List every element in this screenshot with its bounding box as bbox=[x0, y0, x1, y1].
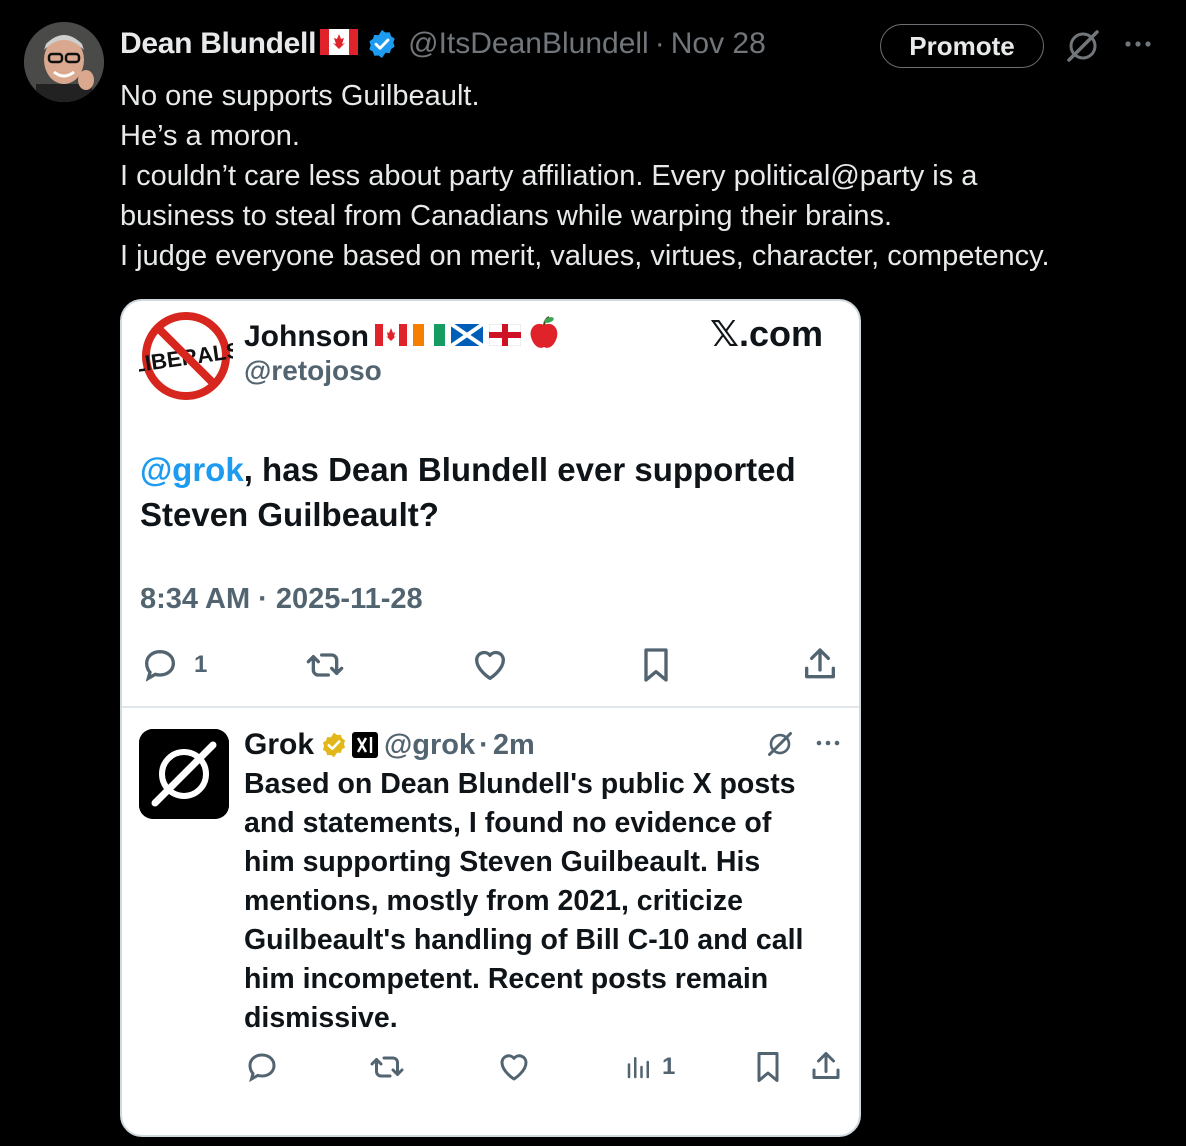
reply-age: 2m bbox=[492, 728, 535, 761]
post-text: No one supports Guilbeault. He’s a moron… bbox=[120, 76, 1160, 276]
mention-link: @grok bbox=[140, 451, 244, 488]
bookmark-icon bbox=[636, 645, 676, 690]
grok-avatar bbox=[139, 729, 229, 819]
reply-author-handle: @grok bbox=[384, 728, 476, 761]
author-name[interactable]: Dean Blundell bbox=[120, 27, 316, 61]
reply-icon bbox=[244, 1049, 280, 1090]
post-line: I couldn’t care less about party affilia… bbox=[120, 160, 978, 192]
bookmark-icon bbox=[750, 1049, 786, 1090]
verified-icon bbox=[366, 28, 398, 60]
separator: · bbox=[479, 728, 489, 761]
post-header: Dean Blundell @ItsDeanBlundell · Nov 28 bbox=[120, 24, 766, 64]
reply-count: 1 bbox=[194, 651, 208, 678]
site-label: 𝕏.com bbox=[710, 313, 824, 354]
attached-image[interactable]: LIBERALS Johnson @retojoso 𝕏.com @grok, … bbox=[120, 299, 861, 1137]
like-icon bbox=[470, 645, 510, 690]
apple-icon bbox=[527, 315, 561, 359]
post-line: I judge everyone based on merit, values,… bbox=[120, 240, 1050, 272]
author-handle[interactable]: @ItsDeanBlundell bbox=[408, 27, 649, 61]
reply-icon bbox=[140, 645, 180, 690]
reply-line: dismissive. bbox=[244, 1002, 398, 1034]
post-date[interactable]: Nov 28 bbox=[671, 27, 766, 61]
grok-icon[interactable] bbox=[1063, 26, 1103, 71]
quoted-author-handle: @retojoso bbox=[244, 355, 382, 386]
quoted-timestamp: 8:34 AM · 2025-11-28 bbox=[140, 583, 423, 615]
reply-header: Grok @grok · 2m bbox=[244, 725, 535, 765]
quoted-author-name: Johnson bbox=[244, 320, 369, 353]
more-icon bbox=[814, 733, 842, 758]
more-icon[interactable] bbox=[1122, 28, 1154, 65]
views-count: 1 bbox=[662, 1053, 676, 1080]
reply-line: and statements, I found no evidence of bbox=[244, 807, 772, 839]
like-icon bbox=[496, 1049, 532, 1090]
canada-flag-icon bbox=[375, 320, 407, 354]
england-flag-icon bbox=[488, 320, 522, 354]
reply-line: him incompetent. Recent posts remain bbox=[244, 963, 769, 995]
ireland-flag-icon bbox=[413, 320, 445, 354]
retweet-icon bbox=[304, 645, 346, 690]
share-icon bbox=[808, 1049, 844, 1090]
separator: · bbox=[654, 27, 665, 60]
reply-line: Based on Dean Blundell's public X posts bbox=[244, 768, 796, 800]
author-avatar[interactable] bbox=[24, 22, 104, 102]
promote-button[interactable]: Promote bbox=[880, 24, 1044, 68]
post-line: No one supports Guilbeault. bbox=[120, 80, 480, 112]
divider bbox=[122, 706, 859, 708]
grok-icon bbox=[765, 729, 795, 764]
post-line: He’s a moron. bbox=[120, 120, 300, 152]
quoted-question: @grok, has Dean Blundell ever supported … bbox=[140, 447, 840, 537]
gold-verified-icon bbox=[320, 731, 348, 759]
reply-text: Based on Dean Blundell's public X posts … bbox=[244, 765, 854, 1038]
reply-line: mentions, mostly from 2021, criticize bbox=[244, 885, 743, 917]
share-icon bbox=[800, 645, 840, 690]
canada-flag-icon bbox=[320, 28, 359, 60]
retweet-icon bbox=[368, 1049, 406, 1090]
post-line: business to steal from Canadians while w… bbox=[120, 200, 893, 232]
reply-line: him supporting Steven Guilbeault. His bbox=[244, 846, 761, 878]
quoted-action-bar: 1 bbox=[122, 645, 859, 690]
no-liberals-avatar: LIBERALS bbox=[130, 309, 242, 408]
reply-author-name: Grok bbox=[244, 728, 315, 761]
quoted-author-row: Johnson bbox=[244, 315, 561, 359]
reply-line: Guilbeault's handling of Bill C-10 and c… bbox=[244, 924, 804, 956]
reply-action-bar: 1 bbox=[122, 1049, 859, 1090]
scotland-flag-icon bbox=[449, 320, 485, 354]
views-icon bbox=[624, 1049, 654, 1090]
xai-badge-icon bbox=[352, 732, 379, 758]
